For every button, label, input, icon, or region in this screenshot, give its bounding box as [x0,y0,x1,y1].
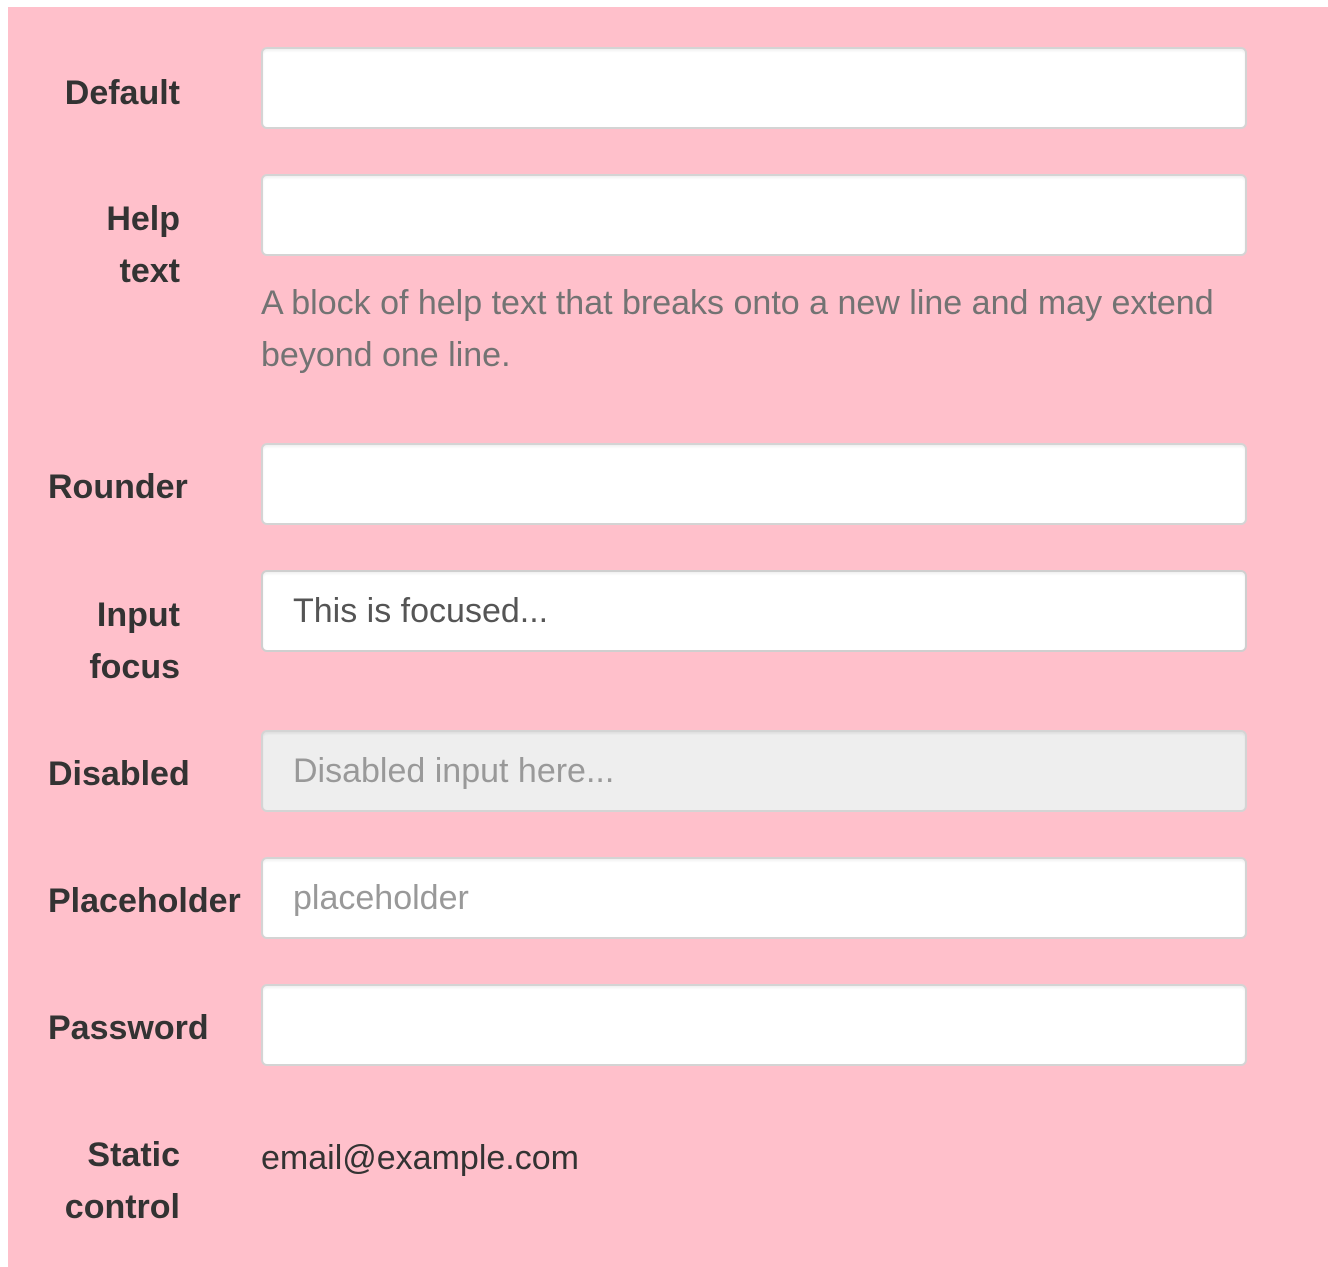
input-focus-label-line2: focus [89,648,180,686]
placeholder-label: Placeholder [48,882,241,920]
static-control-label: Static control [65,1129,180,1233]
help-text-input[interactable] [261,174,1247,256]
focused-input[interactable] [261,570,1247,652]
input-focus-label-line1: Input [96,596,180,634]
input-focus-label: Input focus [89,589,180,693]
rounder-label: Rounder [48,468,188,506]
help-text-label-line1: Help [106,200,180,238]
static-email-text: email@example.com [261,1139,579,1177]
disabled-label: Disabled [48,755,190,793]
placeholder-input[interactable] [261,857,1247,939]
password-label: Password [48,1009,209,1047]
form-panel: Default Help text A block of help text t… [8,7,1328,1267]
default-input[interactable] [261,47,1247,129]
disabled-input [261,730,1247,812]
static-control-label-line2: control [64,1188,180,1226]
help-text-label-line2: text [119,252,180,290]
password-input[interactable] [261,984,1247,1066]
help-text-label: Help text [106,193,180,297]
default-label: Default [64,74,180,112]
static-control-label-line1: Static [87,1136,180,1174]
rounder-input[interactable] [261,443,1247,525]
help-block: A block of help text that breaks onto a … [261,284,1214,374]
